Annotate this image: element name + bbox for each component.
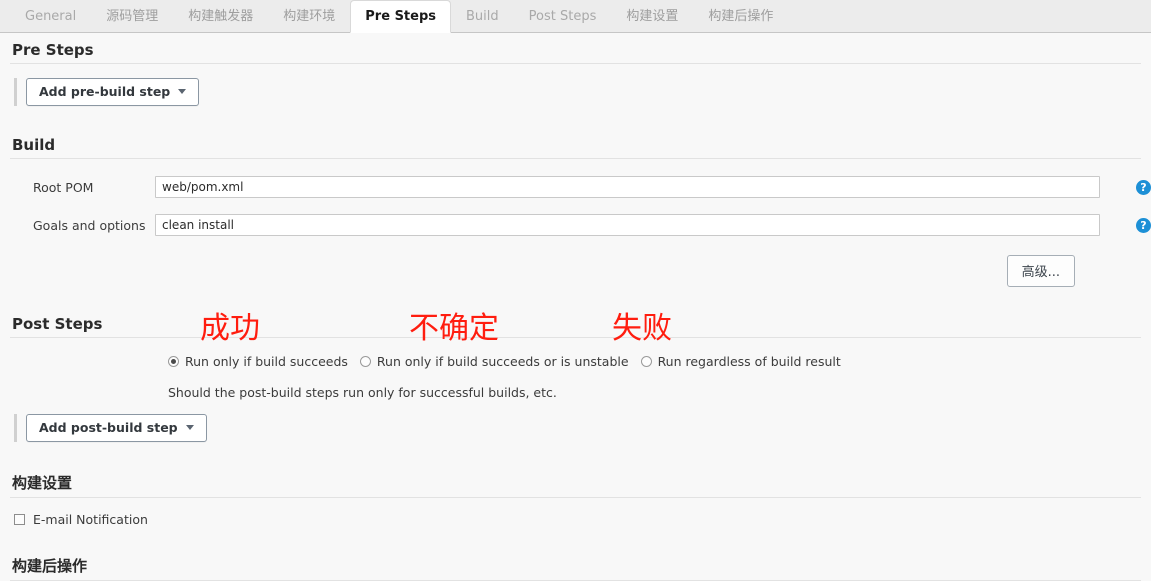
goals-field-wrap: [155, 214, 1128, 236]
root-pom-field-wrap: [155, 176, 1128, 198]
tab-pre-steps[interactable]: Pre Steps: [350, 0, 451, 33]
group-indicator-bar: [14, 414, 17, 442]
post-steps-helper-text: Should the post-build steps run only for…: [0, 385, 1151, 400]
chevron-down-icon: [178, 89, 186, 94]
row-root-pom: Root POM ?: [0, 171, 1151, 203]
post-steps-action-row: Add post-build step: [0, 414, 1151, 442]
goals-and-options-label: Goals and options: [0, 218, 155, 233]
tab-post-steps[interactable]: Post Steps: [514, 0, 612, 32]
tab-build-triggers[interactable]: 构建触发器: [173, 0, 268, 32]
advanced-button[interactable]: 高级...: [1007, 255, 1075, 287]
tab-build[interactable]: Build: [451, 0, 514, 32]
chevron-down-icon: [186, 425, 194, 430]
section-heading-build-settings: 构建设置: [10, 464, 1141, 498]
radio-icon-regardless[interactable]: [641, 356, 652, 367]
tab-build-settings[interactable]: 构建设置: [611, 0, 693, 32]
row-email-notification[interactable]: E-mail Notification: [0, 512, 1151, 527]
section-heading-post-build-actions: 构建后操作: [10, 547, 1141, 581]
group-indicator-bar: [14, 78, 17, 106]
radio-icon-succeeds-or-unstable[interactable]: [360, 356, 371, 367]
label-email-notification: E-mail Notification: [33, 512, 148, 527]
row-goals-and-options: Goals and options ?: [0, 209, 1151, 241]
tab-post-build-actions[interactable]: 构建后操作: [693, 0, 788, 32]
radio-icon-succeeds[interactable]: [168, 356, 179, 367]
section-heading-build: Build: [10, 128, 1141, 159]
checkbox-email-notification[interactable]: [14, 514, 25, 525]
goals-and-options-input[interactable]: [155, 214, 1100, 236]
tab-general[interactable]: General: [10, 0, 91, 32]
section-heading-post-steps: Post Steps: [10, 307, 1141, 338]
tab-build-environment[interactable]: 构建环境: [268, 0, 350, 32]
tab-bar: General 源码管理 构建触发器 构建环境 Pre Steps Build …: [0, 0, 1151, 33]
help-icon-goals-and-options[interactable]: ?: [1136, 218, 1151, 233]
add-pre-build-step-button[interactable]: Add pre-build step: [26, 78, 199, 106]
radio-label-succeeds-or-unstable: Run only if build succeeds or is unstabl…: [377, 354, 629, 369]
radio-run-only-if-build-succeeds[interactable]: Run only if build succeeds: [168, 354, 348, 369]
post-steps-radio-group: Run only if build succeeds Run only if b…: [0, 354, 1151, 369]
radio-label-succeeds: Run only if build succeeds: [185, 354, 348, 369]
add-pre-build-step-label: Add pre-build step: [39, 84, 170, 99]
tab-source-management[interactable]: 源码管理: [91, 0, 173, 32]
radio-label-regardless: Run regardless of build result: [658, 354, 841, 369]
radio-run-regardless[interactable]: Run regardless of build result: [641, 354, 841, 369]
page-content: Pre Steps Add pre-build step Build Root …: [0, 33, 1151, 581]
section-heading-pre-steps: Pre Steps: [10, 33, 1141, 64]
advanced-row: 高级...: [0, 241, 1151, 287]
pre-steps-action-row: Add pre-build step: [0, 78, 1151, 106]
root-pom-label: Root POM: [0, 180, 155, 195]
add-post-build-step-label: Add post-build step: [39, 420, 178, 435]
root-pom-input[interactable]: [155, 176, 1100, 198]
radio-run-only-if-succeeds-or-unstable[interactable]: Run only if build succeeds or is unstabl…: [360, 354, 629, 369]
help-icon-root-pom[interactable]: ?: [1136, 180, 1151, 195]
add-post-build-step-button[interactable]: Add post-build step: [26, 414, 207, 442]
